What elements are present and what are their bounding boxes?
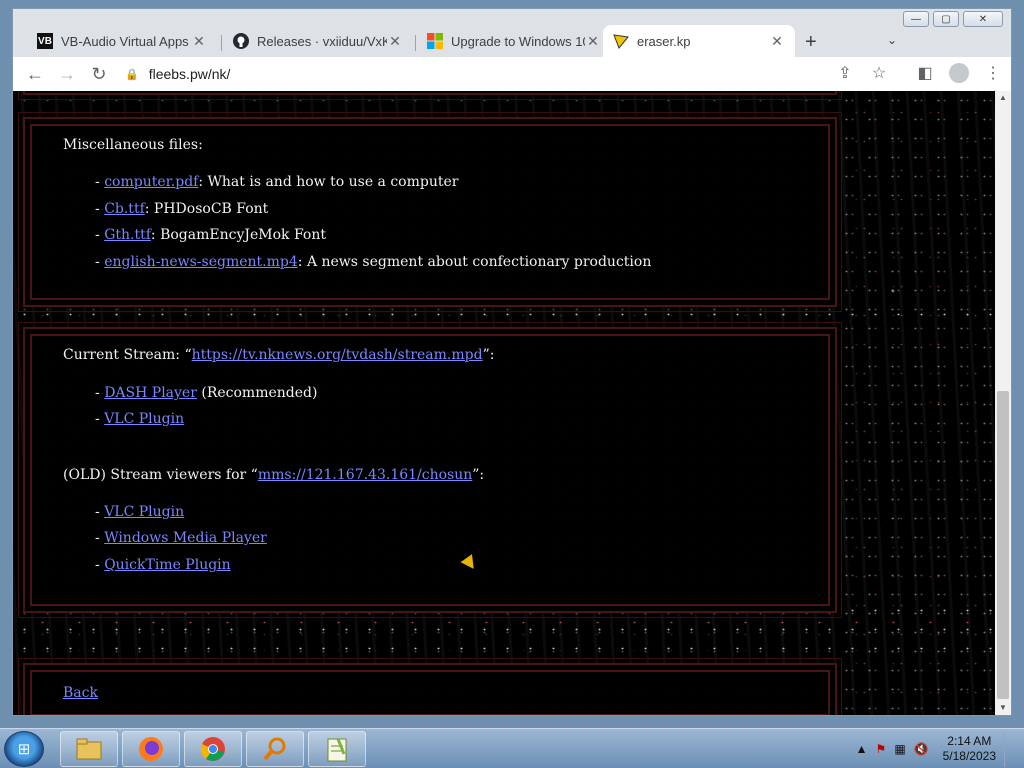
forward-arrow-icon[interactable]: → [51, 64, 83, 85]
system-tray: ▲ ⚑ ▦ 🔇 2:14 AM 5/18/2023 [856, 731, 1014, 767]
start-button[interactable]: ⊞ [4, 731, 44, 767]
quicktime-plugin-link[interactable]: QuickTime Plugin [104, 557, 231, 573]
back-link[interactable]: Back [63, 685, 98, 701]
windows-media-player-link[interactable]: Windows Media Player [104, 530, 267, 546]
share-icon[interactable]: ⇪ [835, 63, 855, 88]
new-tab-button[interactable]: + [805, 31, 817, 54]
browser-window: — ▢ ✕ VB VB-Audio Virtual Apps ✕ Release… [12, 8, 1012, 716]
tab-title: VB-Audio Virtual Apps [61, 33, 189, 49]
mms-stream-link[interactable]: mms://121.167.43.161/chosun [258, 467, 472, 483]
scroll-up-icon[interactable]: ▲ [995, 91, 1011, 105]
show-desktop-button[interactable] [1004, 731, 1014, 767]
list-item: - computer.pdf: What is and how to use a… [95, 174, 459, 190]
tab-close-icon[interactable]: ✕ [769, 33, 785, 50]
tab-close-icon[interactable]: ✕ [191, 33, 207, 50]
tab-close-icon[interactable]: ✕ [585, 33, 601, 50]
list-item: - VLC Plugin [95, 411, 185, 427]
volume-muted-icon[interactable]: 🔇 [914, 742, 929, 756]
network-icon[interactable]: ▦ [894, 742, 905, 756]
list-item: - Windows Media Player [95, 530, 267, 546]
scroll-down-icon[interactable]: ▼ [995, 701, 1011, 715]
computer-pdf-link[interactable]: computer.pdf [104, 174, 198, 190]
reload-icon[interactable]: ↻ [83, 64, 115, 85]
previous-section-box [18, 91, 842, 100]
tab-vb-audio[interactable]: VB VB-Audio Virtual Apps ✕ [27, 25, 217, 57]
stream-mpd-link[interactable]: https://tv.nknews.org/tvdash/stream.mpd [192, 347, 483, 363]
back-section: Back [18, 658, 842, 715]
tab-title: eraser.kp [637, 33, 691, 49]
show-hidden-icons-icon[interactable]: ▲ [856, 742, 868, 756]
misc-files-section: Miscellaneous files: - computer.pdf: Wha… [18, 112, 842, 312]
current-stream-heading: Current Stream: “https://tv.nknews.org/t… [63, 347, 495, 363]
tab-eraser-active[interactable]: eraser.kp ✕ [603, 25, 795, 57]
notepad-plus-icon[interactable] [308, 731, 366, 767]
tab-close-icon[interactable]: ✕ [387, 33, 403, 50]
bookmark-star-icon[interactable]: ☆ [869, 63, 889, 88]
firefox-icon[interactable] [122, 731, 180, 767]
windows-taskbar: ⊞ ▲ ⚑ ▦ 🔇 2:14 AM 5/18/2023 [0, 728, 1024, 768]
scrollbar-thumb[interactable] [997, 391, 1009, 699]
github-icon [233, 33, 249, 49]
tab-windows-upgrade[interactable]: Upgrade to Windows 10 ✕ [417, 25, 611, 57]
windows-icon [427, 33, 443, 49]
tab-search-dropdown-icon[interactable]: ⌄ [887, 33, 897, 47]
vb-audio-icon: VB [37, 33, 53, 49]
gth-ttf-link[interactable]: Gth.ttf [104, 227, 151, 243]
list-item: - QuickTime Plugin [95, 557, 231, 573]
tab-github-releases[interactable]: Releases · vxiiduu/VxKex ✕ [223, 25, 413, 57]
old-vlc-plugin-link[interactable]: VLC Plugin [104, 504, 184, 520]
profile-icon[interactable] [949, 63, 969, 88]
menu-kebab-icon[interactable]: ⋮ [983, 63, 1003, 88]
english-news-segment-link[interactable]: english-news-segment.mp4 [104, 254, 298, 270]
page-viewport: Miscellaneous files: - computer.pdf: Wha… [13, 91, 995, 715]
side-panel-icon[interactable]: ◧ [915, 63, 935, 88]
search-magnifier-icon[interactable] [246, 731, 304, 767]
page-scrollbar[interactable]: ▲ ▼ [995, 91, 1011, 715]
lock-icon: 🔒 [125, 68, 139, 81]
list-item: - Gth.ttf: BogamEncyJeMok Font [95, 227, 326, 243]
address-url[interactable]: fleebs.pw/nk/ [149, 66, 231, 82]
tab-strip: VB VB-Audio Virtual Apps ✕ Releases · vx… [13, 21, 1013, 57]
toolbar-actions: ⇪ ☆ ◧ ⋮ [835, 63, 1003, 88]
list-item: - DASH Player (Recommended) [95, 385, 318, 401]
cb-ttf-link[interactable]: Cb.ttf [104, 201, 145, 217]
tab-title: Upgrade to Windows 10 [451, 33, 585, 49]
dash-player-link[interactable]: DASH Player [104, 385, 197, 401]
chrome-icon[interactable] [184, 731, 242, 767]
tab-title: Releases · vxiiduu/VxKex [257, 33, 387, 49]
action-center-flag-icon[interactable]: ⚑ [876, 742, 887, 756]
misc-files-heading: Miscellaneous files: [63, 137, 203, 153]
list-item: - english-news-segment.mp4: A news segme… [95, 254, 652, 270]
file-explorer-icon[interactable] [60, 731, 118, 767]
stream-section: Current Stream: “https://tv.nknews.org/t… [18, 322, 842, 618]
clock-time: 2:14 AM [947, 734, 992, 748]
browser-toolbar: ← → ↻ 🔒 fleebs.pw/nk/ ⇪ ☆ ◧ ⋮ [13, 57, 1011, 91]
clock-date: 5/18/2023 [942, 749, 996, 763]
vlc-plugin-link[interactable]: VLC Plugin [104, 411, 184, 427]
list-item: - VLC Plugin [95, 504, 185, 520]
old-stream-heading: (OLD) Stream viewers for “mms://121.167.… [63, 467, 485, 483]
clock[interactable]: 2:14 AM 5/18/2023 [943, 734, 996, 764]
list-item: - Cb.ttf: PHDosoCB Font [95, 201, 269, 217]
back-arrow-icon[interactable]: ← [19, 64, 51, 85]
triangle-favicon-icon [613, 33, 629, 49]
